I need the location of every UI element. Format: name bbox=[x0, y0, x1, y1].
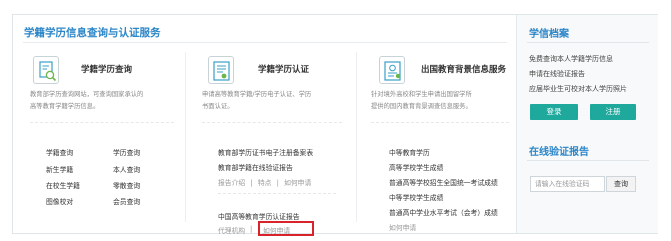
service-description: 申请高等教育学籍/学历电子认证、学历 书面认证。 bbox=[202, 91, 312, 110]
sidebar-divider bbox=[527, 160, 649, 161]
search-document-icon bbox=[33, 56, 59, 84]
link-image-check[interactable]: 图像校对 bbox=[46, 196, 73, 206]
dashed-divider bbox=[371, 122, 509, 123]
service-column-abroad: 出国教育背景信息服务 针对境外高校和学生申请出国留学所 提供的国内教育背景调查信… bbox=[359, 44, 517, 233]
register-button[interactable]: 注册 bbox=[590, 104, 636, 120]
separator: | bbox=[250, 225, 253, 233]
verify-code-input[interactable]: 请输入在线验证码 bbox=[530, 176, 605, 192]
title-divider bbox=[23, 42, 507, 43]
sidebar-line: 申请在线验证报告 bbox=[529, 70, 585, 78]
column-divider bbox=[185, 52, 186, 222]
main-section: 学籍学历信息查询与认证服务 学籍学历查询 教育部学历查询网站，可查询国家承认的 … bbox=[13, 15, 517, 236]
main-title: 学籍学历信息查询与认证服务 bbox=[24, 27, 161, 39]
service-title[interactable]: 学籍学历查询 bbox=[81, 63, 132, 75]
column-divider bbox=[356, 52, 357, 222]
highlight-box bbox=[258, 221, 314, 236]
certificate-document-icon bbox=[208, 56, 234, 84]
dashed-divider bbox=[30, 122, 174, 123]
login-button[interactable]: 登录 bbox=[530, 104, 578, 120]
link-scattered-query[interactable]: 零散查询 bbox=[113, 180, 140, 190]
link-features[interactable]: 特点 bbox=[258, 179, 272, 187]
service-description: 教育部学历查询网站，可查询国家承认的 高等教育学籍学历信息。 bbox=[30, 91, 144, 110]
service-panel: 学籍学历信息查询与认证服务 学籍学历查询 教育部学历查询网站，可查询国家承认的 … bbox=[12, 14, 658, 236]
service-description: 针对境外高校和学生申请出国留学所 提供的国内教育背景调查信息服务。 bbox=[371, 91, 472, 110]
service-column-query: 学籍学历查询 教育部学历查询网站，可查询国家承认的 高等教育学籍学历信息。 学籍… bbox=[13, 44, 180, 233]
sidebar-divider bbox=[527, 42, 649, 43]
sidebar-line: 应届毕业生可校对本人学历照片 bbox=[529, 85, 627, 93]
link-self-query[interactable]: 本人查询 bbox=[113, 164, 140, 174]
link-secondary-edu[interactable]: 中等教育学历 bbox=[389, 147, 430, 157]
sidebar-line: 免费查询本人学籍学历信息 bbox=[529, 55, 613, 63]
link-xueli-query[interactable]: 学历查询 bbox=[113, 147, 140, 157]
link-agency[interactable]: 代理机构 bbox=[218, 225, 245, 235]
link-xueji-query[interactable]: 学籍查询 bbox=[46, 147, 73, 157]
service-title[interactable]: 学籍学历认证 bbox=[258, 63, 309, 75]
passport-document-icon bbox=[379, 56, 405, 84]
service-column-cert: 学籍学历认证 申请高等教育学籍/学历电子认证、学历 书面认证。 教育部学历证书电… bbox=[188, 44, 353, 236]
service-title[interactable]: 出国教育背景信息服务 bbox=[421, 63, 506, 75]
link-online-verify-report[interactable]: 教育部学籍在线验证报告 bbox=[218, 162, 293, 172]
verify-query-button[interactable]: 查询 bbox=[606, 176, 636, 192]
link-secondary-grades[interactable]: 中等学校学生成绩 bbox=[389, 192, 443, 202]
link-college-grades[interactable]: 高等学校学生成绩 bbox=[389, 162, 443, 172]
link-new-student[interactable]: 新生学籍 bbox=[46, 164, 73, 174]
link-how-to-apply-abroad[interactable]: 如何申请 bbox=[389, 222, 416, 232]
link-gaokao-grades[interactable]: 普通高等学校招生全国统一考试成绩 bbox=[389, 177, 498, 187]
sidebar: 学信档案 免费查询本人学籍学历信息 申请在线验证报告 应届毕业生可校对本人学历照… bbox=[516, 15, 658, 233]
sidebar-title: 学信档案 bbox=[529, 29, 569, 40]
dashed-divider bbox=[202, 122, 342, 123]
link-huikao-grades[interactable]: 普通高中学业水平考试（会考）成绩 bbox=[389, 207, 498, 217]
link-how-to-apply[interactable]: 如何申请 bbox=[284, 179, 311, 187]
link-member-query[interactable]: 会员查询 bbox=[113, 196, 140, 206]
link-cert-registration-form[interactable]: 教育部学历证书电子注册备案表 bbox=[218, 147, 313, 157]
sub-links: 报告介绍 | 特点 | 如何申请 bbox=[218, 179, 312, 187]
dashed-divider bbox=[218, 193, 336, 194]
link-higher-edu-cert-report[interactable]: 中国高等教育学历认证报告 bbox=[218, 211, 300, 221]
link-report-intro[interactable]: 报告介绍 bbox=[218, 179, 245, 187]
link-current-student[interactable]: 在校生学籍 bbox=[46, 180, 80, 190]
verify-title: 在线验证报告 bbox=[529, 147, 589, 158]
